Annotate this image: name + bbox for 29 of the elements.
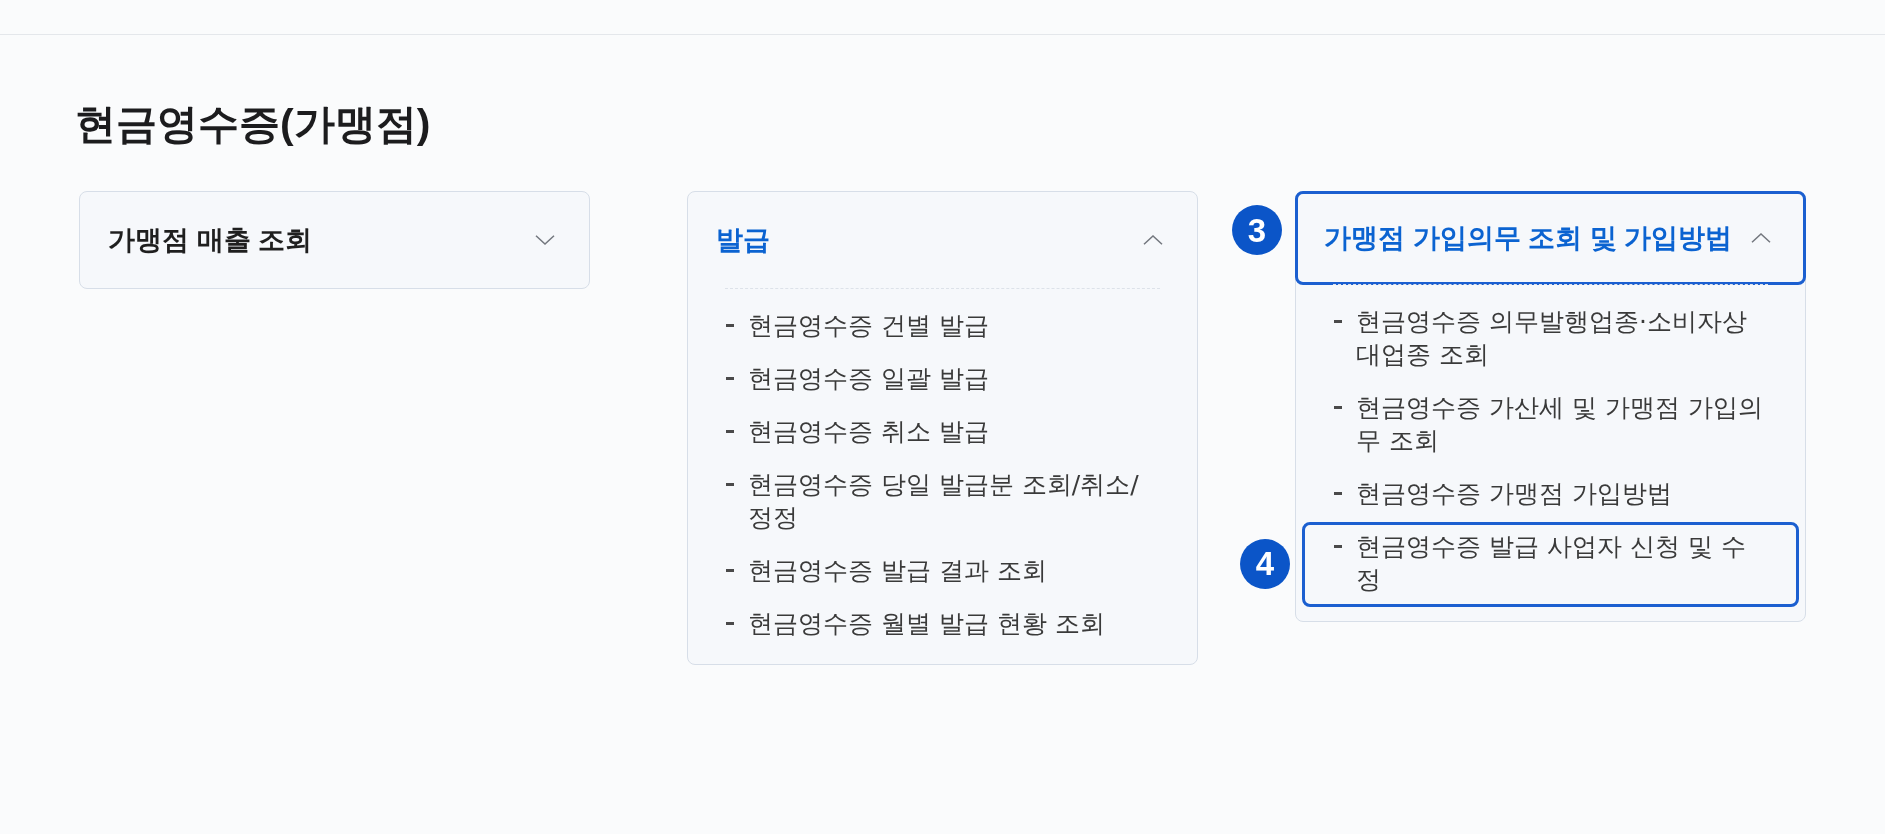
accordion-header[interactable]: 가맹점 가입의무 조회 및 가입방법: [1295, 191, 1806, 285]
menu-link[interactable]: 현금영수증 가맹점 가입방법: [1334, 477, 1672, 510]
chevron-up-icon: [1751, 233, 1771, 243]
dash-bullet-icon: [1334, 320, 1342, 323]
menu-link[interactable]: 현금영수증 가산세 및 가맹점 가입의무 조회: [1334, 391, 1765, 457]
dash-bullet-icon: [726, 324, 734, 327]
accordion-header[interactable]: 발급: [688, 192, 1197, 288]
menu-link[interactable]: 현금영수증 당일 발급분 조회/취소/정정: [726, 468, 1157, 534]
menu-link[interactable]: 현금영수증 월별 발급 현황 조회: [726, 607, 1105, 640]
chevron-down-icon: [535, 235, 555, 245]
dash-bullet-icon: [1334, 545, 1342, 548]
accordion-header[interactable]: 가맹점 매출 조회: [80, 192, 589, 288]
dash-bullet-icon: [726, 569, 734, 572]
dash-bullet-icon: [726, 430, 734, 433]
page-title: 현금영수증(가맹점): [75, 100, 431, 148]
dash-bullet-icon: [726, 622, 734, 625]
dash-bullet-icon: [726, 483, 734, 486]
callout-badge: 4: [1240, 538, 1290, 589]
menu-link[interactable]: 현금영수증 취소 발급: [726, 415, 989, 448]
chevron-up-icon: [1143, 235, 1163, 245]
menu-link[interactable]: 현금영수증 건별 발급: [726, 309, 989, 342]
menu-link[interactable]: 현금영수증 의무발행업종·소비자상대업종 조회: [1334, 305, 1765, 371]
dash-bullet-icon: [1334, 492, 1342, 495]
dash-bullet-icon: [726, 377, 734, 380]
dash-bullet-icon: [1334, 406, 1342, 409]
menu-link[interactable]: 현금영수증 발급 사업자 신청 및 수정: [1302, 522, 1799, 607]
menu-link[interactable]: 현금영수증 일괄 발급: [726, 362, 989, 395]
callout-badge: 3: [1232, 205, 1282, 255]
menu-link[interactable]: 현금영수증 발급 결과 조회: [726, 554, 1047, 587]
